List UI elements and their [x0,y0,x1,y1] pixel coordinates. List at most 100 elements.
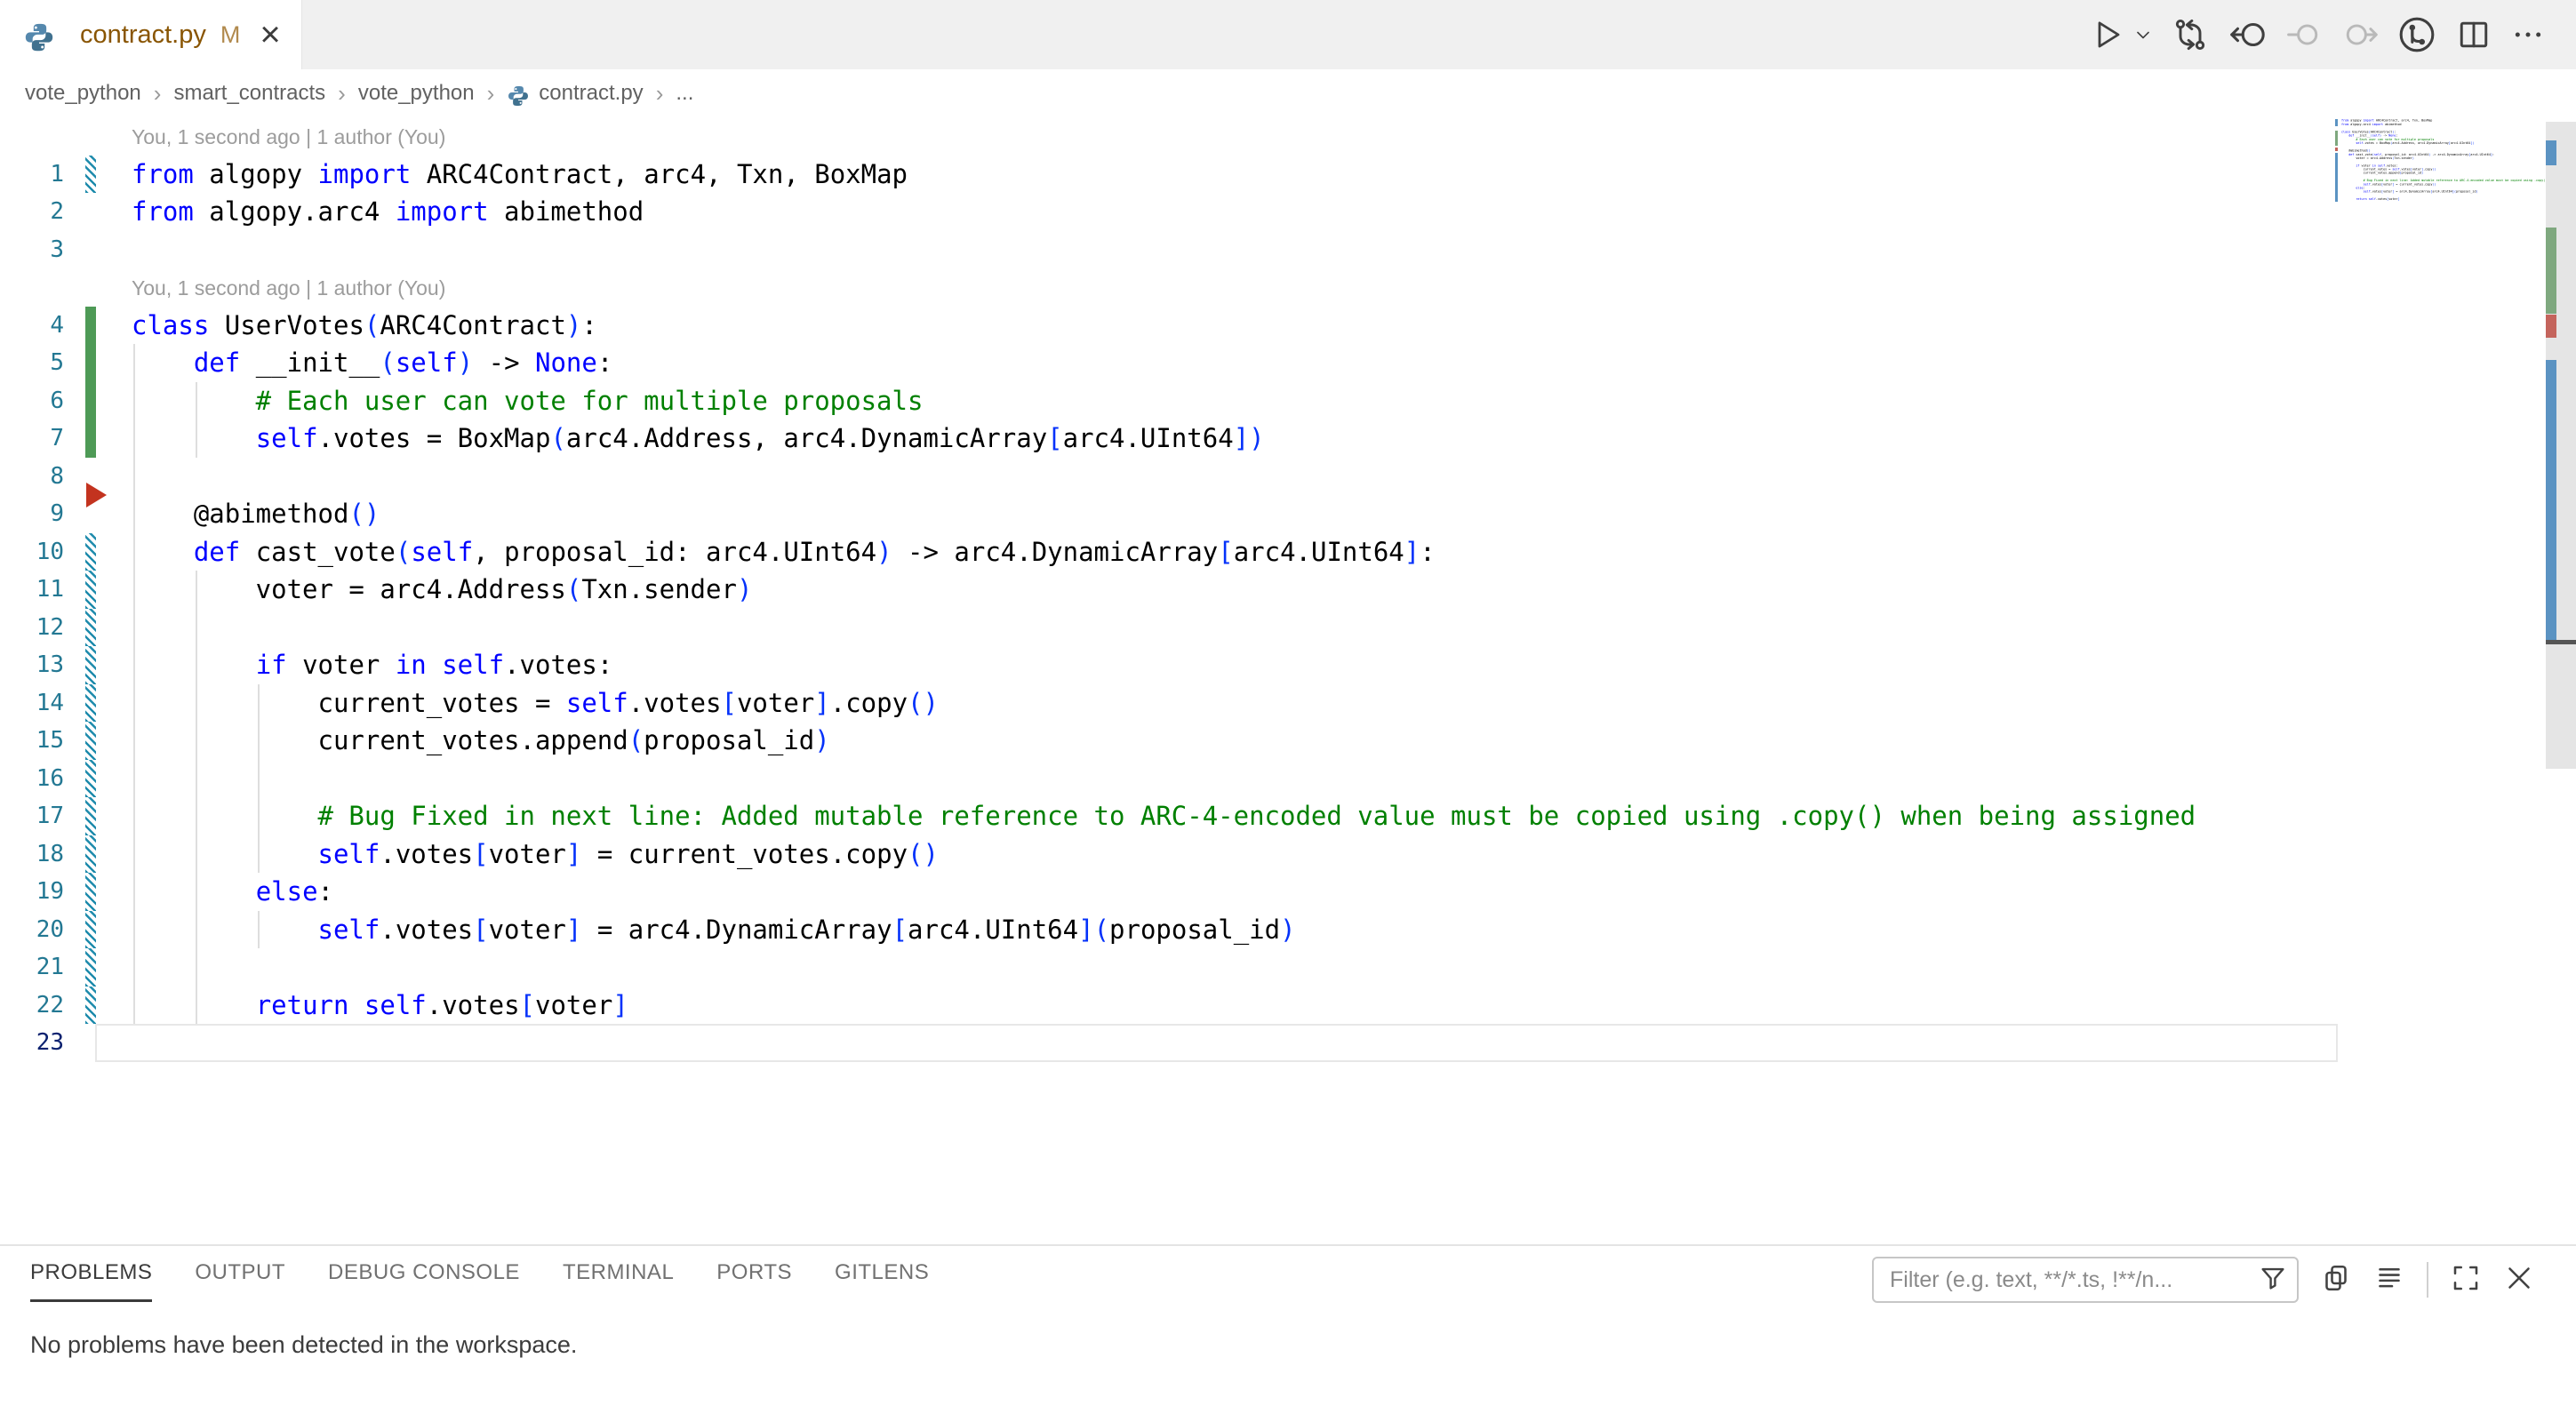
code-line-row[interactable]: 11 voter = arc4.Address(Txn.sender) [0,571,2576,609]
gutter-modified-indicator[interactable] [85,684,96,723]
line-number[interactable]: 13 [0,646,64,684]
line-number[interactable]: 12 [0,609,64,647]
minimap[interactable]: from algopy import ARC4Contract, arc4, T… [2335,119,2545,204]
code-line-row[interactable]: 1 from algopy import ARC4Contract, arc4, … [0,156,2576,194]
run-python-file-button[interactable] [2087,16,2124,53]
panel-tab-terminal[interactable]: TERMINAL [563,1260,674,1302]
code-line-content[interactable]: def __init__(self) -> None: [132,344,612,382]
panel-tab-problems[interactable]: PROBLEMS [30,1260,152,1302]
code-line-content[interactable]: return self.votes[voter] [132,987,628,1025]
line-number[interactable]: 8 [0,458,64,496]
code-line-content[interactable]: current_votes = self.votes[voter].copy() [132,684,939,723]
next-change-icon[interactable] [2340,15,2380,54]
code-line-row[interactable]: 21 [0,948,2576,987]
line-number[interactable]: 18 [0,835,64,874]
codelens-annotation[interactable]: You, 1 second ago | 1 author (You) [132,117,445,156]
line-number[interactable]: 6 [0,382,64,420]
panel-tab-ports[interactable]: PORTS [716,1260,792,1302]
panel-tab-gitlens[interactable]: GITLENS [835,1260,929,1302]
gutter-added-indicator[interactable] [85,419,96,458]
gutter-modified-indicator[interactable] [85,835,96,874]
code-line-content[interactable]: from algopy.arc4 import abimethod [132,193,644,231]
code-line-row[interactable]: 2 from algopy.arc4 import abimethod [0,193,2576,231]
code-line-content[interactable]: if voter in self.votes: [132,646,612,684]
gutter-modified-indicator[interactable] [85,760,96,798]
code-line-content[interactable]: self.votes[voter] = current_votes.copy() [132,835,939,874]
code-line-content[interactable]: else: [132,873,333,911]
gutter-modified-indicator[interactable] [85,609,96,647]
codelens-annotation[interactable]: You, 1 second ago | 1 author (You) [132,268,445,308]
close-panel-icon[interactable] [2503,1262,2535,1298]
line-number[interactable]: 15 [0,722,64,760]
code-line-content[interactable]: # Each user can vote for multiple propos… [132,382,923,420]
vertical-scrollbar[interactable] [2546,122,2576,769]
gutter-modified-indicator[interactable] [85,722,96,760]
code-line-content[interactable]: from algopy import ARC4Contract, arc4, T… [132,156,908,194]
split-editor-icon[interactable] [2454,15,2493,54]
code-line-row[interactable]: 7 self.votes = BoxMap(arc4.Address, arc4… [0,419,2576,458]
code-line-content[interactable]: def cast_vote(self, proposal_id: arc4.UI… [132,533,1436,571]
code-line-content[interactable]: @abimethod() [132,495,380,533]
code-line-row[interactable]: 18 self.votes[voter] = current_votes.cop… [0,835,2576,874]
breadcrumb-item[interactable]: vote_python [25,81,141,106]
code-line-content[interactable]: class UserVotes(ARC4Contract): [132,307,597,345]
open-changes-with-previous-revision-icon[interactable] [2227,14,2268,55]
gutter-modified-indicator[interactable] [85,646,96,684]
line-number[interactable]: 4 [0,307,64,345]
code-line-row[interactable]: 13 if voter in self.votes: [0,646,2576,684]
code-line-row[interactable]: 12 [0,609,2576,647]
gutter-deleted-indicator[interactable] [86,483,107,507]
code-line-row[interactable]: 22 return self.votes[voter] [0,987,2576,1025]
line-number[interactable]: 14 [0,684,64,723]
code-line-content[interactable]: current_votes.append(proposal_id) [132,722,830,760]
gutter-modified-indicator[interactable] [85,156,96,194]
gutter-added-indicator[interactable] [85,344,96,382]
filter-funnel-icon[interactable] [2258,1263,2288,1298]
line-number[interactable]: 3 [0,231,64,269]
breadcrumb-item[interactable]: smart_contracts [173,81,325,106]
line-number[interactable]: 20 [0,911,64,949]
codelens-row[interactable]: You, 1 second ago | 1 author (You) [0,268,2576,307]
previous-change-icon[interactable] [2284,15,2324,54]
line-number[interactable]: 11 [0,571,64,609]
line-number[interactable]: 16 [0,760,64,798]
gutter-modified-indicator[interactable] [85,948,96,987]
line-number[interactable]: 10 [0,533,64,571]
panel-tab-debug-console[interactable]: DEBUG CONSOLE [328,1260,520,1302]
code-line-row[interactable]: 9 @abimethod() [0,495,2576,533]
code-line-row[interactable]: 16 [0,760,2576,798]
code-line-row[interactable]: 14 current_votes = self.votes[voter].cop… [0,684,2576,723]
line-number[interactable]: 1 [0,156,64,194]
line-number[interactable]: 2 [0,193,64,231]
code-line-content[interactable]: self.votes[voter] = arc4.DynamicArray[ar… [132,911,1296,949]
code-line-row[interactable]: 4 class UserVotes(ARC4Contract): [0,307,2576,345]
code-line-row[interactable]: 8 [0,458,2576,496]
gutter-modified-indicator[interactable] [85,571,96,609]
line-number[interactable]: 5 [0,344,64,382]
code-line-row[interactable]: 17 # Bug Fixed in next line: Added mutab… [0,797,2576,835]
run-dropdown-chevron-icon[interactable] [2132,24,2154,45]
breadcrumb-item[interactable]: vote_python [358,81,475,106]
line-number[interactable]: 9 [0,495,64,533]
code-line-row[interactable]: 23 [0,1024,2576,1062]
filter-input[interactable] [1888,1266,2258,1294]
gutter-modified-indicator[interactable] [85,987,96,1025]
code-line-row[interactable]: 6 # Each user can vote for multiple prop… [0,382,2576,420]
gutter-added-indicator[interactable] [85,307,96,345]
line-number[interactable]: 19 [0,873,64,911]
code-line-content[interactable]: self.votes = BoxMap(arc4.Address, arc4.D… [132,419,1265,458]
panel-tab-output[interactable]: OUTPUT [195,1260,285,1302]
code-line-row[interactable]: 20 self.votes[voter] = arc4.DynamicArray… [0,911,2576,949]
line-number[interactable]: 23 [0,1024,64,1062]
more-actions-icon[interactable] [2510,17,2546,52]
maximize-panel-icon[interactable] [2450,1262,2482,1298]
code-line-row[interactable]: 15 current_votes.append(proposal_id) [0,722,2576,760]
tab-contract-py[interactable]: contract.py M × [0,0,302,69]
line-number[interactable]: 17 [0,797,64,835]
view-as-table-icon[interactable] [2320,1262,2352,1298]
code-line-row[interactable]: 3 [0,231,2576,269]
code-line-row[interactable]: 10 def cast_vote(self, proposal_id: arc4… [0,533,2576,571]
collapse-all-icon[interactable] [2373,1262,2405,1298]
gutter-modified-indicator[interactable] [85,797,96,835]
gutter-added-indicator[interactable] [85,382,96,420]
